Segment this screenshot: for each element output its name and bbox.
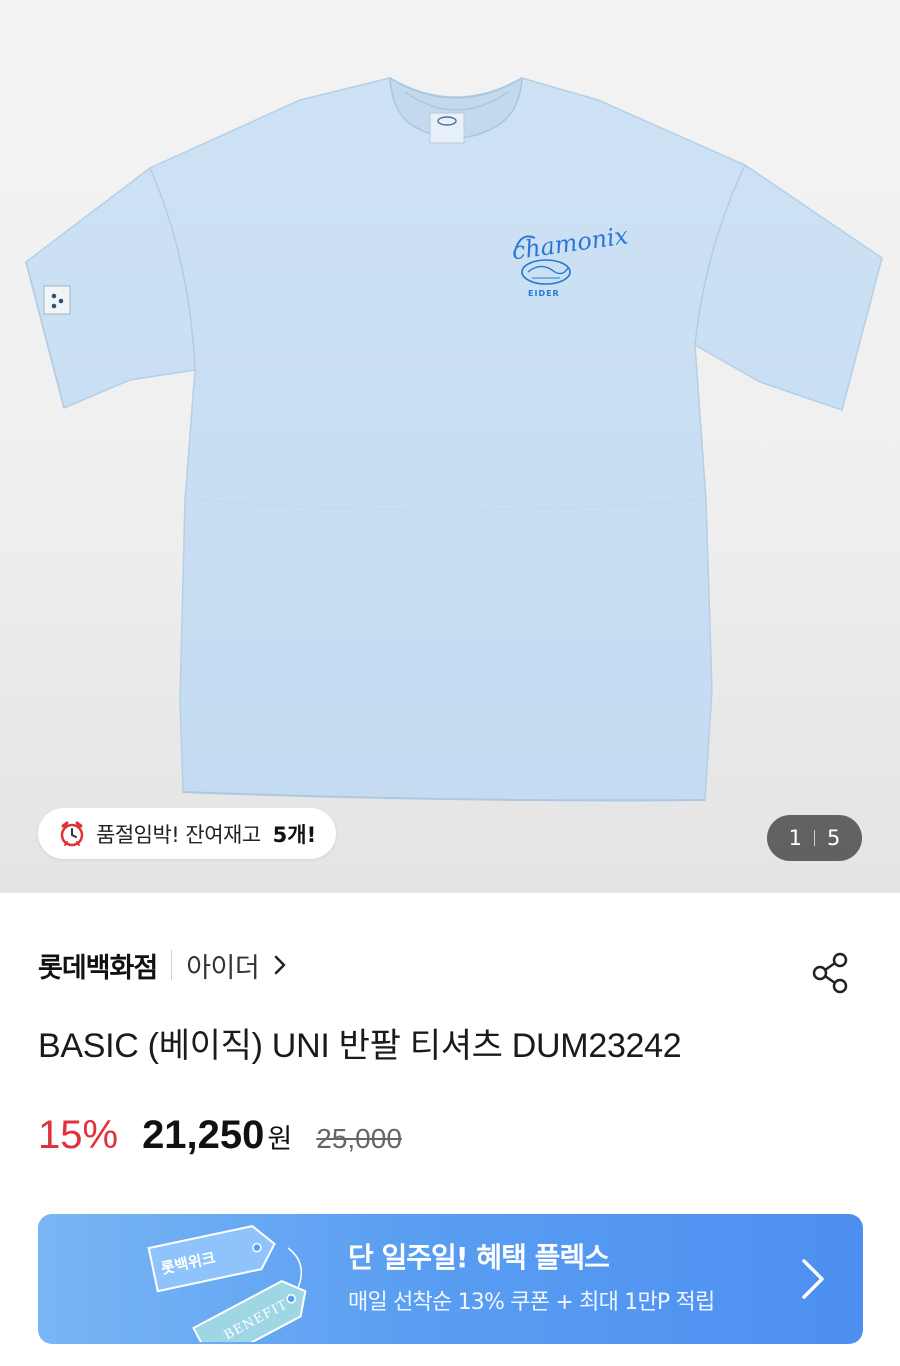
image-pager: 1 5 xyxy=(767,815,862,861)
pager-current: 1 xyxy=(788,826,802,850)
pager-total: 5 xyxy=(827,826,841,850)
alarm-clock-icon xyxy=(60,821,84,846)
original-price: 25,000 xyxy=(316,1123,402,1154)
print-brand-text: EIDER xyxy=(528,289,560,298)
stock-count: 5개! xyxy=(272,822,317,847)
discount-rate: 15% xyxy=(38,1113,119,1157)
banner-title: 단 일주일! 혜택 플렉스 xyxy=(348,1241,610,1274)
pager-separator xyxy=(814,830,815,846)
currency-unit: 원 xyxy=(267,1124,293,1155)
benefit-ticket-icon: 롯백위크 BENEFIT xyxy=(147,1225,307,1342)
banner-subtitle: 매일 선착순 13% 쿠폰 + 최대 1만P 적립 xyxy=(348,1290,715,1315)
stock-warning-badge: 품절임박! 잔여재고 5개! xyxy=(38,808,337,859)
store-divider xyxy=(171,950,173,980)
sale-price: 21,250 xyxy=(142,1113,265,1157)
price-row: 15% 21,250 원 25,000 xyxy=(38,1113,402,1165)
product-title: BASIC (베이직) UNI 반팔 티셔츠 DUM23242 xyxy=(38,1027,682,1065)
store-name[interactable]: 롯데백화점 xyxy=(38,946,158,985)
share-icon[interactable] xyxy=(808,950,854,996)
product-image-gallery[interactable]: chamonix EIDER 품절임박! 잔여재고 5개! 1 5 xyxy=(0,0,900,893)
stock-warning-text: 품절임박! 잔여재고 xyxy=(96,822,261,847)
store-brand-row: 롯데백화점 아이더 xyxy=(38,945,287,985)
benefit-banner[interactable]: 롯백위크 BENEFIT 단 일주일! 혜택 플렉스 매일 선착순 13% 쿠폰… xyxy=(38,1214,863,1344)
chevron-right-icon[interactable] xyxy=(798,1256,828,1302)
brand-link[interactable]: 아이더 xyxy=(186,946,260,985)
chevron-right-icon[interactable] xyxy=(273,954,287,976)
product-image: chamonix EIDER xyxy=(25,76,883,802)
